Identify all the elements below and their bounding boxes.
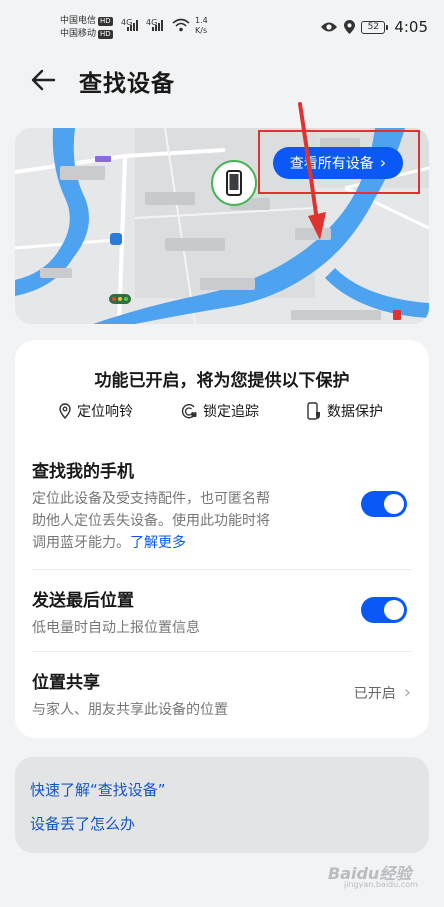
protection-card: 功能已开启，将为您提供以下保护 定位响铃 锁定追踪 数据保护 查找我的手机 定位… — [15, 340, 429, 738]
last-location-desc: 低电量时自动上报位置信息 — [32, 620, 200, 636]
carrier-2: 中国移动 — [60, 29, 97, 39]
battery-level: 52 — [361, 20, 386, 34]
network-speed: 1.4 K/s — [195, 16, 208, 35]
carrier-info: 中国电信 HD 中国移动 HD — [60, 15, 113, 41]
view-all-devices-button[interactable]: 查看所有设备 › — [273, 147, 403, 179]
location-sharing-status[interactable]: 已开启 › — [354, 682, 411, 703]
feature-label: 锁定追踪 — [203, 404, 259, 420]
location-icon — [344, 20, 356, 34]
feature-label: 定位响铃 — [77, 404, 133, 420]
chevron-right-icon: › — [379, 153, 387, 172]
lock-tracking-icon — [181, 404, 197, 419]
battery-icon: 52 — [361, 20, 389, 34]
feature-data-protection: 数据保护 — [307, 401, 383, 421]
feature-lock-tracking: 锁定追踪 — [181, 401, 259, 421]
back-arrow-icon[interactable] — [30, 66, 58, 94]
feature-locate-ring: 定位响铃 — [59, 401, 133, 421]
last-location-toggle[interactable] — [361, 597, 407, 623]
feature-label: 数据保护 — [327, 404, 383, 420]
find-my-phone-title: 查找我的手机 — [32, 462, 134, 482]
phone-shield-icon — [307, 402, 320, 420]
quick-intro-link[interactable]: 快速了解“查找设备” — [30, 779, 166, 800]
protection-heading: 功能已开启，将为您提供以下保护 — [94, 371, 350, 391]
device-location-marker[interactable] — [211, 160, 257, 206]
last-location-title: 发送最后位置 — [32, 591, 134, 611]
footer-link-partial — [150, 898, 270, 907]
lost-device-link[interactable]: 设备丢了怎么办 — [30, 813, 135, 834]
find-my-phone-toggle[interactable] — [361, 491, 407, 517]
eye-icon — [321, 22, 338, 32]
wifi-icon — [172, 18, 190, 32]
send-last-location-setting: 发送最后位置 低电量时自动上报位置信息 — [32, 586, 412, 639]
signal-icon — [127, 20, 138, 31]
page-header: 查找设备 — [0, 58, 444, 108]
watermark-url: jingyan.baidu.com — [344, 880, 418, 889]
chevron-right-icon: › — [403, 682, 411, 703]
divider — [32, 569, 412, 570]
view-all-devices-label: 查看所有设备 — [289, 156, 374, 172]
clock: 4:05 — [394, 18, 428, 36]
find-my-phone-setting: 查找我的手机 定位此设备及受支持配件，也可匿名帮 助他人定位丢失设备。使用此功能… — [32, 457, 412, 554]
divider — [32, 651, 412, 652]
signal-icon — [152, 20, 163, 31]
hd-badge: HD — [98, 17, 113, 26]
carrier-1: 中国电信 — [60, 16, 97, 26]
hd-badge: HD — [98, 30, 113, 39]
phone-icon — [226, 170, 242, 196]
learn-more-link[interactable]: 了解更多 — [130, 535, 186, 551]
find-my-phone-desc: 定位此设备及受支持配件，也可匿名帮 助他人定位丢失设备。使用此功能时将 调用蓝牙… — [32, 491, 270, 551]
protection-features: 定位响铃 锁定追踪 数据保护 — [15, 401, 429, 421]
page-title: 查找设备 — [79, 71, 175, 97]
location-pin-icon — [59, 403, 71, 419]
help-card: 快速了解“查找设备” 设备丢了怎么办 — [15, 757, 429, 853]
status-bar: 中国电信 HD 中国移动 HD 4G 4G 1.4 K/s 52 4:05 — [0, 0, 444, 58]
